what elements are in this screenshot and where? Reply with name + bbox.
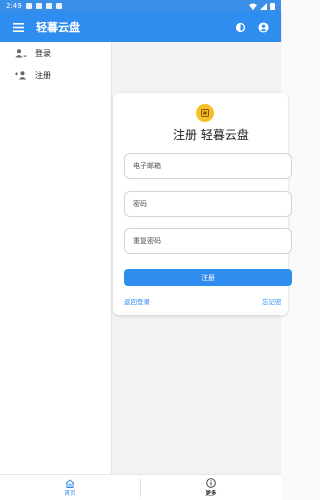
notification-icon [55, 3, 62, 9]
cloud-logo-icon [201, 109, 209, 117]
nav-item-label: 更多 [205, 491, 217, 497]
status-bar: 2:49 [0, 0, 281, 12]
register-title: 注册 轻暮云盘 [173, 128, 249, 142]
wifi-icon [249, 3, 257, 10]
bottom-navigation: 首页 更多 [0, 474, 281, 500]
nav-item-home[interactable]: 首页 [0, 475, 140, 500]
account-button[interactable] [258, 18, 269, 37]
notification-icon [25, 3, 32, 9]
account-circle-icon [258, 21, 269, 33]
email-field[interactable]: 电子邮箱 [124, 153, 292, 179]
password-field[interactable]: 密码 [124, 191, 292, 217]
drawer-item-label: 登录 [35, 48, 51, 58]
forgot-password-link[interactable]: 忘记密 [262, 296, 282, 306]
app-title: 轻暮云盘 [36, 21, 80, 34]
drawer-item-login[interactable]: 登录 [0, 42, 111, 64]
signal-icon [260, 2, 267, 10]
home-icon [65, 478, 75, 488]
logo [196, 104, 214, 122]
password-placeholder: 密码 [133, 200, 147, 208]
register-card: 注册 轻暮云盘 电子邮箱 密码 重复密码 注册 返回登录 忘记密 [113, 93, 292, 315]
back-to-login-link[interactable]: 返回登录 [124, 296, 150, 306]
person-add-icon [15, 70, 27, 79]
nav-item-label: 首页 [64, 490, 76, 497]
navigation-drawer: 登录 注册 [0, 42, 112, 474]
nav-item-more[interactable]: 更多 [141, 475, 281, 500]
confirm-password-field[interactable]: 重复密码 [124, 228, 292, 254]
info-icon [206, 478, 216, 488]
drawer-item-register[interactable]: 注册 [0, 64, 111, 86]
menu-button[interactable] [0, 12, 36, 42]
brightness-icon [235, 22, 246, 32]
person-icon [15, 48, 27, 57]
menu-icon [12, 22, 24, 32]
status-time: 2:49 [6, 2, 22, 10]
drawer-item-label: 注册 [35, 70, 51, 80]
register-button[interactable]: 注册 [124, 269, 292, 286]
notification-icon [45, 3, 52, 9]
battery-icon [270, 2, 275, 10]
theme-toggle-button[interactable] [235, 18, 246, 37]
email-placeholder: 电子邮箱 [133, 162, 161, 170]
notification-icon [35, 3, 42, 9]
confirm-password-placeholder: 重复密码 [133, 237, 161, 245]
app-bar: 轻暮云盘 [0, 12, 281, 42]
